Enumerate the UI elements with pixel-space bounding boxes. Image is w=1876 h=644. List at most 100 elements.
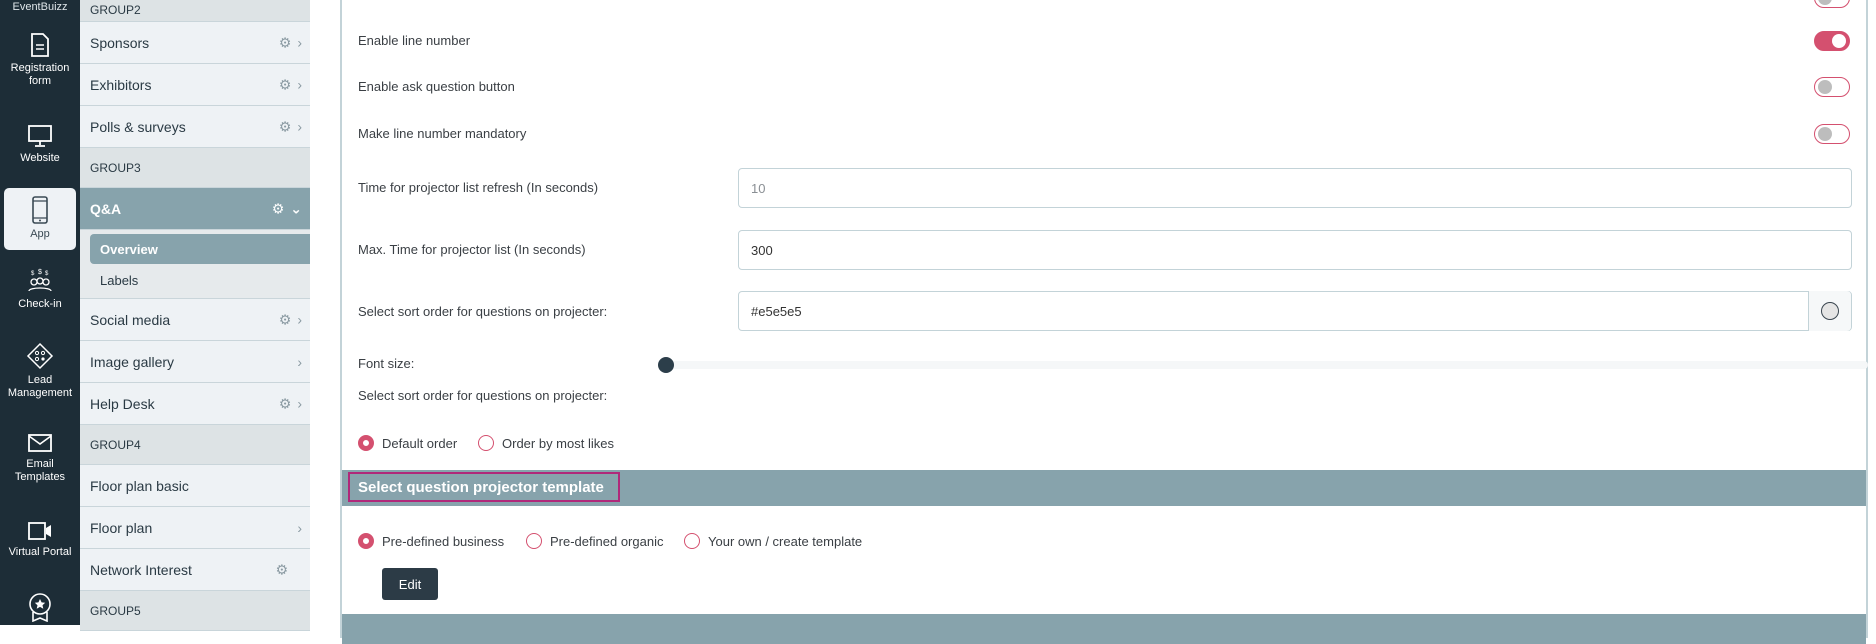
nav-label: Check-in: [18, 298, 62, 310]
template-section-title: Select question projector template: [348, 472, 620, 502]
chevron-right-icon: ›: [297, 519, 302, 536]
menu-item-image-gallery[interactable]: Image gallery ›: [80, 341, 310, 383]
people-icon: $ $ $: [28, 269, 52, 292]
nav-badge[interactable]: [4, 592, 76, 626]
radio-selected-icon: [358, 435, 374, 451]
chevron-right-icon: ›: [297, 76, 302, 93]
menu-item-exhibitors[interactable]: Exhibitors ⚙ ›: [80, 64, 310, 106]
ticket-icon: [26, 342, 54, 370]
toggle-enable-line-number[interactable]: [1814, 31, 1850, 51]
menu-item-polls-surveys[interactable]: Polls & surveys ⚙ ›: [80, 106, 310, 148]
radio-unselected-icon: [526, 533, 542, 549]
toggle-enable-ask-question[interactable]: [1814, 77, 1850, 97]
nav-check-in[interactable]: $ $ $ Check-in: [4, 268, 76, 311]
toggle-line-number-mandatory[interactable]: [1814, 124, 1850, 144]
svg-text:$: $: [31, 271, 35, 277]
radio-predefined-organic[interactable]: Pre-defined organic: [526, 533, 663, 549]
nav-label: App: [30, 228, 50, 240]
menu-item-label: Sponsors: [90, 34, 150, 51]
menu-item-label: Help Desk: [90, 395, 155, 412]
menu-item-floor-plan[interactable]: Floor plan ›: [80, 507, 310, 549]
chevron-right-icon: ›: [297, 395, 302, 412]
nav-label: Website: [20, 152, 60, 164]
menu-item-qa[interactable]: Q&A ⚙ ⌄: [80, 188, 310, 230]
settings-panel: Enable line number Enable ask question b…: [340, 0, 1868, 644]
menu-item-social-media[interactable]: Social media ⚙ ›: [80, 299, 310, 341]
radio-default-order[interactable]: Default order: [358, 435, 457, 451]
badge-icon: [29, 593, 51, 622]
nav-virtual-portal[interactable]: Virtual Portal: [4, 520, 76, 559]
label-enable-line-number: Enable line number: [358, 33, 471, 48]
gear-icon[interactable]: ⚙: [279, 34, 292, 51]
chevron-right-icon: ›: [297, 311, 302, 328]
submenu-item-labels[interactable]: Labels: [90, 264, 310, 296]
radio-own-template[interactable]: Your own / create template: [684, 533, 862, 549]
menu-item-label: Image gallery: [90, 353, 175, 370]
nav-lead-management[interactable]: Lead Management: [4, 342, 76, 400]
group-label: GROUP5: [90, 603, 141, 618]
chevron-right-icon: ›: [297, 353, 302, 370]
nav-email-templates[interactable]: Email Templates: [4, 432, 76, 484]
envelope-icon: [28, 434, 52, 452]
radio-label: Default order: [382, 435, 458, 451]
mobile-icon: [32, 196, 48, 224]
radio-unselected-icon: [684, 533, 700, 549]
color-picker-button[interactable]: [1808, 291, 1851, 331]
label-line-number-mandatory: Make line number mandatory: [358, 126, 527, 141]
nav-website[interactable]: Website: [4, 124, 76, 165]
menu-item-label: Floor plan basic: [90, 477, 189, 494]
color-swatch-icon: [1821, 302, 1839, 320]
edit-template-button[interactable]: Edit: [382, 568, 438, 600]
submenu-label: Overview: [100, 241, 158, 257]
color-input[interactable]: #e5e5e5: [738, 291, 1852, 331]
radio-unselected-icon: [478, 435, 494, 451]
monitor-icon: [28, 125, 52, 147]
brand-logo: EventBuizz: [12, 1, 68, 13]
label-refresh-time: Time for projector list refresh (In seco…: [358, 180, 599, 195]
gear-icon[interactable]: ⚙: [279, 76, 292, 93]
radio-selected-icon: [358, 533, 374, 549]
font-size-slider-track[interactable]: [658, 361, 1868, 369]
svg-text:$: $: [45, 271, 49, 277]
radio-most-likes[interactable]: Order by most likes: [478, 435, 614, 451]
radio-label: Pre-defined business: [382, 533, 505, 549]
toggle-previous[interactable]: [1814, 0, 1850, 8]
chevron-right-icon: ›: [297, 118, 302, 135]
group-label: GROUP3: [90, 160, 141, 175]
app-menu-panel: GROUP2 Sponsors ⚙ › Exhibitors ⚙ › Polls &…: [80, 0, 310, 631]
menu-item-label: Q&A: [90, 200, 122, 217]
video-icon: [28, 522, 51, 540]
toggle-knob: [1818, 127, 1832, 141]
chevron-right-icon: ›: [297, 34, 302, 51]
color-value: #e5e5e5: [751, 303, 802, 319]
gear-icon[interactable]: ⚙: [279, 311, 292, 328]
nav-label: Email Templates: [14, 458, 66, 483]
menu-item-help-desk[interactable]: Help Desk ⚙ ›: [80, 383, 310, 425]
nav-registration-form[interactable]: Registration form: [4, 32, 76, 88]
group-label: GROUP2: [90, 2, 141, 17]
menu-item-sponsors[interactable]: Sponsors ⚙ ›: [80, 22, 310, 64]
nav-app[interactable]: App: [4, 188, 76, 250]
menu-item-network-interest[interactable]: Network Interest ⚙: [80, 549, 310, 591]
font-size-slider-thumb[interactable]: [658, 357, 674, 373]
next-section-header: [342, 614, 1866, 644]
radio-label: Pre-defined organic: [550, 533, 664, 549]
toggle-knob: [1832, 34, 1846, 48]
gear-icon[interactable]: ⚙: [275, 561, 288, 578]
gear-icon[interactable]: ⚙: [272, 200, 285, 217]
toggle-knob: [1818, 0, 1832, 5]
nav-label: Lead Management: [7, 374, 73, 399]
qa-submenu: Overview Labels: [80, 230, 310, 299]
document-icon: [31, 33, 49, 57]
toggle-knob: [1818, 80, 1832, 94]
chevron-down-icon: ⌄: [290, 200, 302, 216]
menu-item-floor-plan-basic[interactable]: Floor plan basic: [80, 465, 310, 507]
gear-icon[interactable]: ⚙: [279, 395, 292, 412]
radio-predefined-business[interactable]: Pre-defined business: [358, 533, 504, 549]
submenu-item-overview[interactable]: Overview: [90, 234, 310, 264]
label-color: Select sort order for questions on proje…: [358, 304, 608, 319]
refresh-time-input[interactable]: 10: [738, 168, 1852, 208]
nav-label: Registration form: [10, 62, 70, 87]
gear-icon[interactable]: ⚙: [279, 118, 292, 135]
max-time-input[interactable]: 300: [738, 230, 1852, 270]
